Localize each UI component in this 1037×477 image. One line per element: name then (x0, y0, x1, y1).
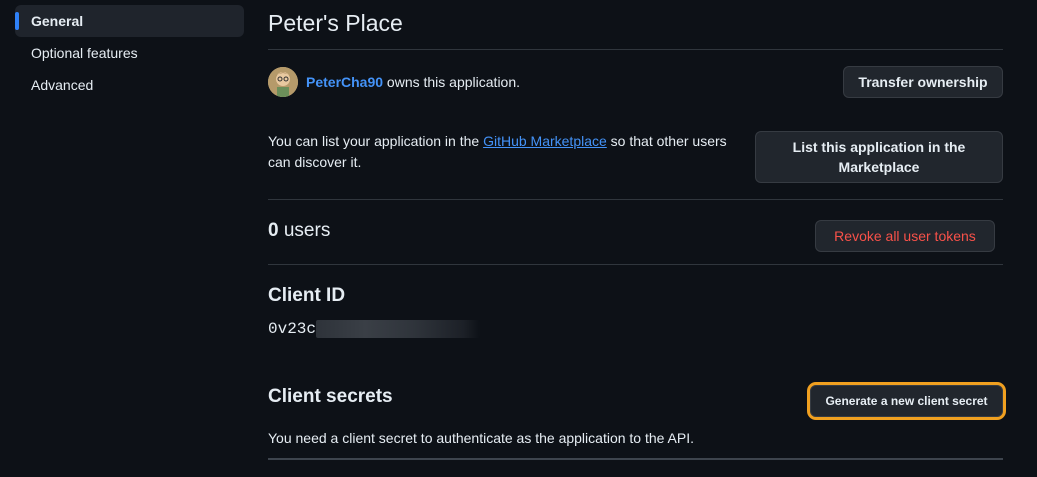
owner-text: PeterCha90 owns this application. (306, 74, 520, 90)
divider (268, 199, 1003, 200)
sidebar-item-advanced[interactable]: Advanced (15, 69, 244, 101)
github-marketplace-link[interactable]: GitHub Marketplace (483, 133, 607, 149)
divider (268, 49, 1003, 50)
avatar[interactable] (268, 67, 298, 97)
sidebar-item-label: Optional features (31, 45, 138, 61)
divider (268, 458, 1003, 460)
sidebar-item-optional-features[interactable]: Optional features (15, 37, 244, 69)
settings-sidebar: General Optional features Advanced (15, 5, 244, 101)
marketplace-description: You can list your application in the Git… (268, 131, 748, 173)
client-secrets-heading: Client secrets (268, 386, 393, 407)
sidebar-item-label: Advanced (31, 77, 94, 93)
sidebar-item-label: General (31, 13, 84, 29)
owner-row: PeterCha90 owns this application. (268, 67, 520, 97)
client-id-heading: Client ID (268, 285, 346, 306)
divider (268, 264, 1003, 265)
transfer-ownership-button[interactable]: Transfer ownership (843, 66, 1003, 98)
users-count-number: 0 (268, 220, 279, 241)
owner-suffix: owns this application. (383, 74, 521, 90)
page-title: Peter's Place (268, 10, 403, 36)
client-id-text: 0v23c (268, 320, 317, 338)
client-id-value: 0v23c (268, 320, 481, 338)
revoke-all-user-tokens-button[interactable]: Revoke all user tokens (815, 220, 995, 252)
marketplace-text-before: You can list your application in the (268, 133, 484, 149)
app-settings-page: General Optional features Advanced Peter… (0, 0, 1037, 477)
users-count-label: users (278, 220, 331, 241)
avatar-icon (268, 67, 298, 97)
users-count: 0 users (268, 220, 330, 242)
redacted-blur (316, 320, 481, 338)
generate-client-secret-button[interactable]: Generate a new client secret (807, 382, 1006, 420)
client-secrets-description: You need a client secret to authenticate… (268, 430, 695, 446)
sidebar-item-general[interactable]: General (15, 5, 244, 37)
owner-username-link[interactable]: PeterCha90 (306, 74, 383, 90)
list-in-marketplace-button[interactable]: List this application in the Marketplace (755, 131, 1003, 183)
main-content: Peter's Place PeterCha90 owns this appli… (268, 0, 1006, 477)
